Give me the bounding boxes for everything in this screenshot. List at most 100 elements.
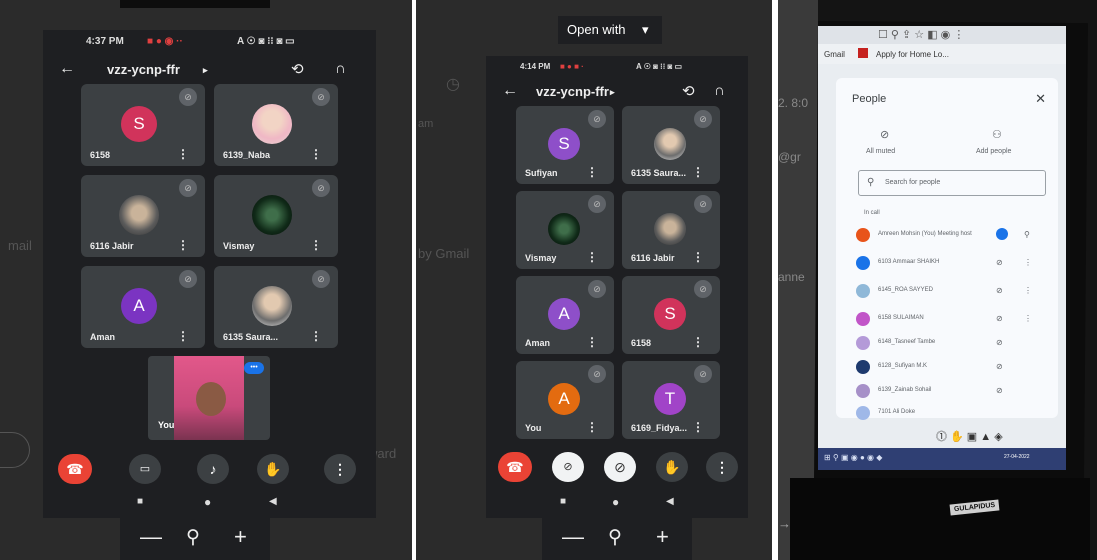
background-email-text: @gr bbox=[778, 150, 801, 164]
more-options-icon[interactable]: ⋮ bbox=[1024, 314, 1032, 323]
participant-tile[interactable]: ⊘ S 6158 ⋮ bbox=[622, 276, 720, 354]
zoom-out-icon[interactable]: — bbox=[140, 524, 162, 550]
more-options-icon[interactable]: ⋮ bbox=[310, 329, 322, 343]
screenshot-panel-left: mail ward 4:37 PM ■ ● ◉ ·· A ☉ ◙ ⁝⁝ ◙ ▭ … bbox=[0, 0, 412, 560]
participant-tile[interactable]: ⊘ 6116 Jabir ⋮ bbox=[622, 191, 720, 269]
muted-mic-icon: ⊘ bbox=[996, 362, 1003, 371]
back-nav-icon[interactable]: ◀ bbox=[269, 496, 277, 507]
add-people-label[interactable]: Add people bbox=[976, 148, 1011, 155]
add-person-icon[interactable]: ⚇ bbox=[992, 128, 1002, 141]
home-nav-icon[interactable]: ● bbox=[612, 495, 619, 509]
gmail-notification[interactable]: Gmail Apply for Home Lo... bbox=[818, 44, 1066, 64]
more-options-icon[interactable]: ⋮ bbox=[692, 250, 704, 264]
camera-button[interactable]: ▭ bbox=[129, 454, 161, 484]
more-options-icon[interactable]: ⋮ bbox=[692, 165, 704, 179]
raise-hand-button[interactable]: ✋ bbox=[257, 454, 289, 484]
muted-mic-icon: ⊘ bbox=[588, 195, 606, 213]
zoom-in-icon[interactable]: + bbox=[656, 524, 669, 550]
taskbar-date: 27-04-2022 bbox=[1004, 454, 1030, 460]
participant-tile[interactable]: ⊘ 6139_Naba ⋮ bbox=[214, 84, 338, 166]
participant-name: 6158 bbox=[631, 338, 652, 348]
participant-label: 6103 Ammaar SHAIKH bbox=[878, 259, 940, 265]
switch-camera-icon[interactable]: ⟲ bbox=[291, 60, 304, 78]
raise-hand-button[interactable]: ✋ bbox=[656, 452, 688, 482]
muted-mic-icon[interactable]: ⊘ bbox=[880, 128, 889, 141]
more-options-icon[interactable]: ⋮ bbox=[177, 147, 189, 161]
end-call-button[interactable]: ☎ bbox=[498, 452, 532, 482]
search-input[interactable]: ⚲ Search for people bbox=[858, 170, 1046, 196]
switch-camera-icon[interactable]: ⟲ bbox=[682, 82, 695, 100]
participant-tile[interactable]: ⊘ Vismay ⋮ bbox=[516, 191, 614, 269]
self-face bbox=[196, 382, 226, 416]
taskbar-app-icons[interactable]: ⊞ ⚲ ▣ ◉ ● ◉ ◆ bbox=[824, 453, 882, 462]
more-options-icon[interactable]: ⋮ bbox=[692, 335, 704, 349]
more-options-icon[interactable]: ⋮ bbox=[586, 335, 598, 349]
recents-nav-icon[interactable]: ■ bbox=[560, 496, 566, 507]
back-nav-icon[interactable]: ◀ bbox=[666, 496, 674, 507]
meeting-code[interactable]: vzz-ycnp-ffr bbox=[536, 84, 609, 99]
phone-screen: 4:14 PM ■ ● ■ · A ☉ ◙ ⁝⁝ ◙ ▭ ← vzz-ycnp-… bbox=[486, 56, 748, 518]
more-options-icon[interactable]: ⋮ bbox=[177, 329, 189, 343]
participant-tile[interactable]: ⊘ S 6158 ⋮ bbox=[81, 84, 205, 166]
meeting-code[interactable]: vzz-ycnp-ffr bbox=[107, 62, 180, 77]
zoom-icon[interactable]: ⚲ bbox=[608, 526, 622, 549]
back-arrow-icon[interactable]: ← bbox=[502, 82, 518, 100]
pin-icon[interactable]: ⚲ bbox=[1024, 230, 1030, 239]
more-options-icon[interactable]: ⋮ bbox=[1024, 286, 1032, 295]
system-status-icons: A ☉ ◙ ⁝⁝ ◙ ▭ bbox=[636, 62, 683, 71]
self-view-tile[interactable]: You ••• bbox=[148, 356, 270, 440]
participant-tile[interactable]: ⊘ 6135 Saura... ⋮ bbox=[622, 106, 720, 184]
more-options-button[interactable]: ⋮ bbox=[324, 454, 356, 484]
participant-label: Amreen Mohsin (You) Meeting host bbox=[878, 231, 972, 237]
participant-tile[interactable]: ⊘ A Aman ⋮ bbox=[81, 266, 205, 348]
audio-output-icon[interactable]: ∩ bbox=[714, 82, 725, 99]
zoom-icon[interactable]: ⚲ bbox=[186, 526, 200, 549]
participant-tile[interactable]: ⊘ T 6169_Fidya... ⋮ bbox=[622, 361, 720, 439]
avatar: A bbox=[548, 298, 580, 330]
chevron-right-icon[interactable]: ▸ bbox=[203, 65, 208, 76]
participant-label: 6158 SULAIMAN bbox=[878, 315, 924, 321]
recents-nav-icon[interactable]: ■ bbox=[137, 496, 143, 507]
participant-name: Vismay bbox=[525, 253, 557, 263]
more-options-icon[interactable]: ⋮ bbox=[1024, 258, 1032, 267]
open-with-button[interactable]: Open with ▾ bbox=[558, 16, 662, 44]
avatar bbox=[856, 256, 870, 270]
meet-toolbar-icons[interactable]: ⓵ ✋ ▣ ▲ ◈ bbox=[936, 428, 1003, 444]
more-options-icon[interactable]: ⋮ bbox=[586, 250, 598, 264]
muted-mic-icon: ⊘ bbox=[312, 270, 330, 288]
mic-off-button[interactable]: ⊘ bbox=[604, 452, 636, 482]
more-options-icon[interactable]: ⋮ bbox=[586, 420, 598, 434]
back-arrow-icon[interactable]: ← bbox=[59, 60, 75, 78]
participant-tile[interactable]: ⊘ 6135 Saura... ⋮ bbox=[214, 266, 338, 348]
participant-tile[interactable]: ⊘ Vismay ⋮ bbox=[214, 175, 338, 257]
participant-tile[interactable]: ⊘ A Aman ⋮ bbox=[516, 276, 614, 354]
home-nav-icon[interactable]: ● bbox=[204, 495, 211, 509]
background-gmail-text: mail bbox=[8, 238, 32, 253]
gmail-icon bbox=[858, 48, 868, 58]
participant-name: 6139_Naba bbox=[223, 150, 271, 160]
participant-tile[interactable]: ⊘ S Sufiyan ⋮ bbox=[516, 106, 614, 184]
end-call-button[interactable]: ☎ bbox=[58, 454, 92, 484]
close-icon[interactable]: ✕ bbox=[1035, 91, 1046, 107]
speaking-indicator-icon: ••• bbox=[244, 362, 264, 374]
avatar: S bbox=[548, 128, 580, 160]
participant-photo bbox=[654, 213, 686, 245]
participant-name: Aman bbox=[525, 338, 551, 348]
camera-off-button[interactable]: ⊘ bbox=[552, 452, 584, 482]
more-options-icon[interactable]: ⋮ bbox=[310, 238, 322, 252]
audio-output-icon[interactable]: ∩ bbox=[335, 60, 346, 77]
muted-mic-icon: ⊘ bbox=[312, 179, 330, 197]
more-options-icon[interactable]: ⋮ bbox=[692, 420, 704, 434]
more-options-icon[interactable]: ⋮ bbox=[177, 238, 189, 252]
chevron-right-icon[interactable]: ▸ bbox=[610, 87, 615, 98]
participant-tile[interactable]: ⊘ A You ⋮ bbox=[516, 361, 614, 439]
more-options-icon[interactable]: ⋮ bbox=[586, 165, 598, 179]
mic-button[interactable]: ♪ bbox=[197, 454, 229, 484]
more-options-button[interactable]: ⋮ bbox=[706, 452, 738, 482]
more-options-icon[interactable]: ⋮ bbox=[310, 147, 322, 161]
zoom-out-icon[interactable]: — bbox=[562, 524, 584, 550]
participant-tile[interactable]: ⊘ 6116 Jabir ⋮ bbox=[81, 175, 205, 257]
zoom-in-icon[interactable]: + bbox=[234, 524, 247, 550]
participant-label: 6128_Sufiyan M.K bbox=[878, 363, 928, 369]
avatar: S bbox=[121, 106, 157, 142]
